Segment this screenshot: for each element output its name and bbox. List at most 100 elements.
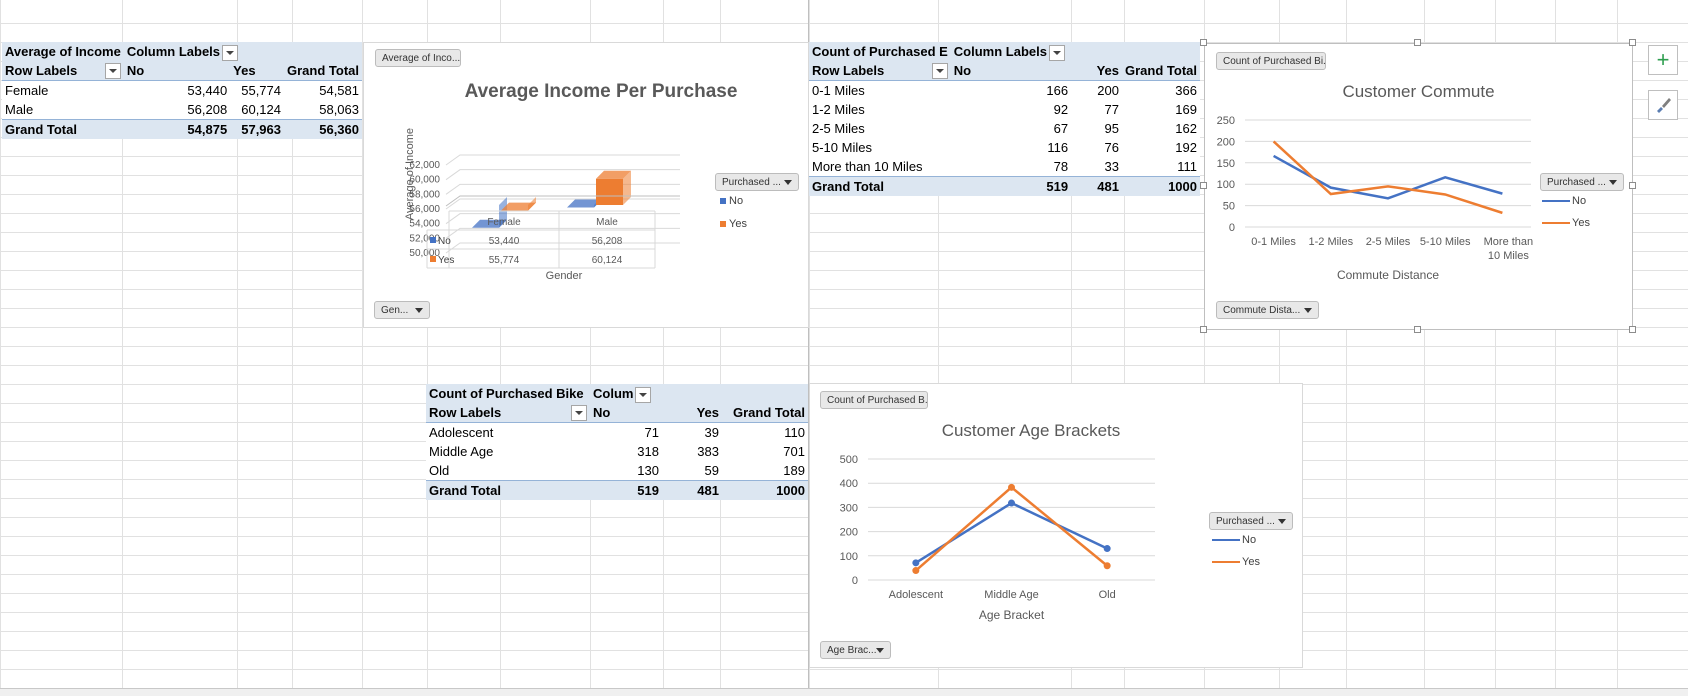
cell-value[interactable]: 39	[662, 423, 722, 443]
cell-value[interactable]: 54,875	[123, 119, 231, 139]
cell-value[interactable]: 110	[722, 423, 808, 443]
cell-value[interactable]: 33	[1071, 157, 1122, 177]
pivot-table-age[interactable]: Count of Purchased Bike Colum Row Labels…	[426, 384, 808, 500]
filter-dropdown-icon[interactable]	[931, 63, 948, 79]
row-label[interactable]: Middle Age	[426, 442, 590, 461]
cell-value[interactable]: 78	[951, 157, 1071, 177]
row-label[interactable]: Adolescent	[426, 423, 590, 443]
table-row[interactable]: 1-2 Miles 92 77 169	[809, 100, 1200, 119]
table-row[interactable]: 0-1 Miles 166 200 366	[809, 81, 1200, 101]
row-label[interactable]: Female	[2, 81, 124, 101]
filter-dropdown-icon[interactable]	[104, 63, 121, 79]
row-label[interactable]: Male	[2, 100, 124, 120]
cell-value[interactable]: 366	[1122, 81, 1200, 101]
pivot-table-income-gender[interactable]: Average of Income Column Labels Row Labe…	[2, 42, 362, 139]
row-label[interactable]: Old	[426, 461, 590, 481]
table-row[interactable]: 2-5 Miles 67 95 162	[809, 119, 1200, 138]
resize-handle[interactable]	[1414, 39, 1421, 46]
row-label[interactable]: Grand Total	[426, 480, 590, 500]
pivot-row-labels[interactable]: Row Labels	[426, 403, 590, 423]
cell-value[interactable]: 71	[590, 423, 662, 443]
axis-field-button[interactable]: Commute Dista...	[1216, 301, 1319, 319]
cell-value[interactable]: 701	[722, 442, 808, 461]
grand-total-row[interactable]: Grand Total 519 481 1000	[809, 176, 1200, 196]
legend-field-button[interactable]: Purchased ...	[1540, 173, 1624, 191]
cell-value[interactable]: 481	[662, 480, 722, 500]
cell-value[interactable]: 189	[722, 461, 808, 481]
pivot-column-labels[interactable]: Column Labels	[123, 42, 362, 61]
grand-total-row[interactable]: Grand Total 54,875 57,963 56,360	[2, 119, 362, 139]
cell-value[interactable]: 200	[1071, 81, 1122, 101]
filter-dropdown-icon[interactable]	[222, 44, 239, 61]
pivot-row-labels[interactable]: Row Labels	[809, 61, 951, 81]
cell-value[interactable]: 59	[662, 461, 722, 481]
filter-dropdown-icon[interactable]	[635, 386, 652, 403]
row-label[interactable]: 0-1 Miles	[809, 81, 951, 101]
row-label[interactable]: 1-2 Miles	[809, 100, 951, 119]
cell-value[interactable]: 56,208	[124, 100, 230, 120]
cell-value[interactable]: 77	[1071, 100, 1122, 119]
table-row[interactable]: Adolescent 71 39 110	[426, 423, 808, 443]
resize-handle[interactable]	[1200, 182, 1207, 189]
chart-customer-commute[interactable]: Count of Purchased Bi... Customer Commut…	[1204, 43, 1633, 330]
row-label[interactable]: 5-10 Miles	[809, 138, 951, 157]
axis-field-button[interactable]: Gen...	[374, 301, 430, 319]
cell-value[interactable]: 116	[951, 138, 1071, 157]
resize-handle[interactable]	[1200, 326, 1207, 333]
resize-handle[interactable]	[1629, 326, 1636, 333]
cell-value[interactable]: 162	[1122, 119, 1200, 138]
cell-value[interactable]: 55,774	[230, 81, 284, 101]
cell-value[interactable]: 60,124	[230, 100, 284, 120]
cell-value[interactable]: 58,063	[284, 100, 362, 120]
cell-value[interactable]: 76	[1071, 138, 1122, 157]
cell-value[interactable]: 1000	[722, 480, 808, 500]
pivot-column-labels[interactable]: Column Labels	[950, 42, 1200, 61]
resize-handle[interactable]	[1629, 182, 1636, 189]
cell-value[interactable]: 92	[951, 100, 1071, 119]
row-label[interactable]: More than 10 Miles	[809, 157, 951, 177]
pivot-column-labels[interactable]: Colum	[590, 384, 808, 403]
cell-value[interactable]: 57,963	[230, 119, 284, 139]
resize-handle[interactable]	[1200, 39, 1207, 46]
table-row[interactable]: More than 10 Miles 78 33 111	[809, 157, 1200, 177]
data-point	[1008, 483, 1015, 491]
cell-value[interactable]: 519	[950, 176, 1072, 196]
grand-total-row[interactable]: Grand Total 519 481 1000	[426, 480, 808, 500]
cell-value[interactable]: 192	[1122, 138, 1200, 157]
filter-dropdown-icon[interactable]	[571, 405, 587, 421]
cell-value[interactable]: 1000	[1122, 176, 1200, 196]
axis-field-button[interactable]: Age Brac...	[820, 641, 891, 659]
resize-handle[interactable]	[1414, 326, 1421, 333]
cell-value[interactable]: 169	[1122, 100, 1200, 119]
pivot-table-commute[interactable]: Count of Purchased E Column Labels Row L…	[809, 42, 1200, 196]
cell-value[interactable]: 481	[1071, 176, 1122, 196]
table-row[interactable]: Middle Age 318 383 701	[426, 442, 808, 461]
filter-dropdown-icon[interactable]	[1048, 44, 1065, 61]
row-label[interactable]: Grand Total	[2, 119, 124, 139]
cell-value[interactable]: 318	[590, 442, 662, 461]
cell-value[interactable]: 54,581	[284, 81, 362, 101]
cell-value[interactable]: 53,440	[124, 81, 230, 101]
row-label[interactable]: Grand Total	[809, 176, 951, 196]
cell-value[interactable]: 56,360	[284, 119, 362, 139]
cell-value[interactable]: 383	[662, 442, 722, 461]
pivot-row-labels[interactable]: Row Labels	[2, 61, 124, 81]
table-row[interactable]: Old 130 59 189	[426, 461, 808, 481]
chart-income-per-purchase[interactable]: Average of Inco... Average Income Per Pu…	[363, 42, 809, 328]
chart-customer-age-brackets[interactable]: Count of Purchased B... Customer Age Bra…	[809, 383, 1303, 668]
table-row[interactable]: Female 53,440 55,774 54,581	[2, 81, 362, 101]
cell-value[interactable]: 111	[1122, 157, 1200, 177]
cell-value[interactable]: 130	[590, 461, 662, 481]
legend-field-button[interactable]: Purchased ...	[1209, 512, 1293, 530]
table-row[interactable]: 5-10 Miles 116 76 192	[809, 138, 1200, 157]
table-row[interactable]: Male 56,208 60,124 58,063	[2, 100, 362, 120]
cell-value[interactable]: 95	[1071, 119, 1122, 138]
resize-handle[interactable]	[1629, 39, 1636, 46]
cell-value[interactable]: 166	[951, 81, 1071, 101]
row-label[interactable]: 2-5 Miles	[809, 119, 951, 138]
legend-field-button[interactable]: Purchased ...	[715, 173, 799, 191]
cell-value[interactable]: 519	[590, 480, 662, 500]
chart-elements-button[interactable]: +	[1648, 45, 1678, 75]
cell-value[interactable]: 67	[951, 119, 1071, 138]
chart-styles-button[interactable]	[1648, 90, 1678, 120]
